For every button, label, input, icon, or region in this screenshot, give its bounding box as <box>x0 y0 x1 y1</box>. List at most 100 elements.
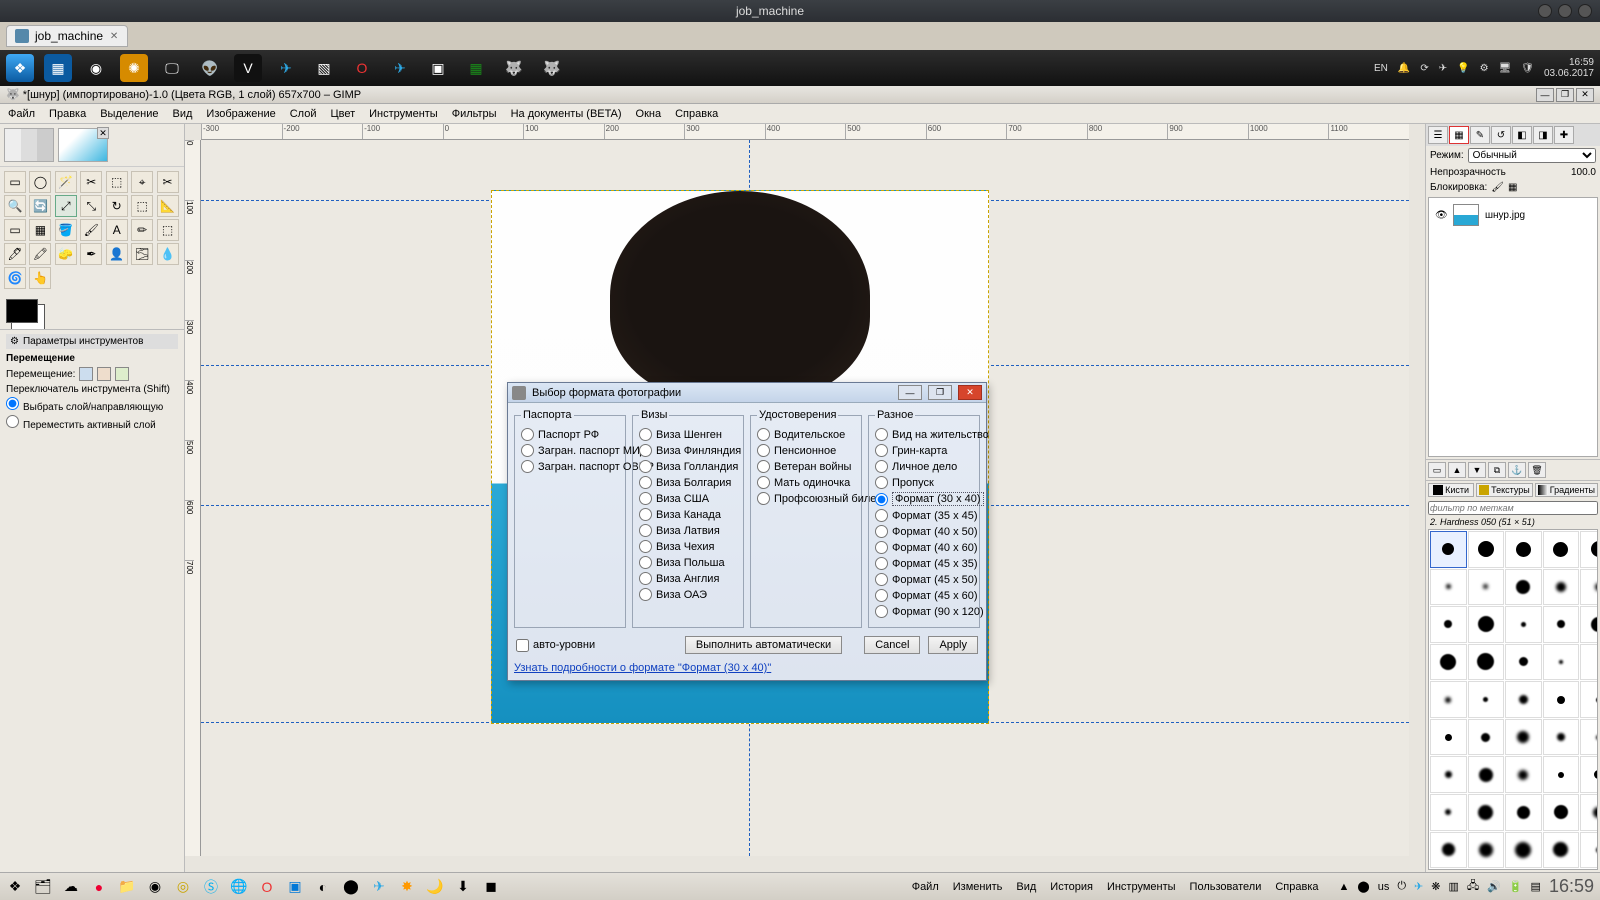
move-path-icon[interactable] <box>115 367 129 381</box>
brush-tab[interactable]: Текстуры <box>1476 483 1533 497</box>
close-button[interactable]: ✕ <box>1576 88 1594 102</box>
excel-icon[interactable]: ▦ <box>462 54 490 82</box>
menu-item[interactable]: Файл <box>912 881 939 893</box>
new-layer-button[interactable]: ▭ <box>1428 462 1446 478</box>
brush-preset[interactable] <box>1505 681 1542 718</box>
brush-preset[interactable] <box>1580 756 1598 793</box>
format-option[interactable]: Виза США <box>639 492 737 505</box>
minimize-button[interactable]: — <box>1536 88 1554 102</box>
kde-icon[interactable]: ❖ <box>6 878 24 896</box>
brush-preset[interactable] <box>1468 719 1505 756</box>
telegram-icon[interactable]: ✈ <box>1414 880 1423 893</box>
brush-preset[interactable] <box>1543 569 1580 606</box>
menu-item[interactable]: Слой <box>290 108 317 120</box>
brush-preset[interactable] <box>1543 832 1580 869</box>
tool-button[interactable]: 👆 <box>29 267 51 289</box>
brush-preset[interactable] <box>1430 569 1467 606</box>
tray-icon[interactable]: ⬤ <box>1357 880 1369 893</box>
brush-preset[interactable] <box>1580 832 1598 869</box>
gimp-icon[interactable]: 🐺 <box>538 54 566 82</box>
menu-item[interactable]: Пользователи <box>1190 881 1262 893</box>
cancel-button[interactable]: Cancel <box>864 636 920 654</box>
brush-preset[interactable] <box>1505 756 1542 793</box>
raise-layer-button[interactable]: ▲ <box>1448 462 1466 478</box>
format-option[interactable]: Паспорт РФ <box>521 428 619 441</box>
tray-icon[interactable]: 🖥 <box>1499 63 1512 74</box>
tray-icon[interactable]: ▥ <box>1448 880 1458 893</box>
tray-icon[interactable]: ⟳ <box>1420 63 1428 74</box>
chrome-icon[interactable]: ◉ <box>82 54 110 82</box>
tool-button[interactable]: ◯ <box>29 171 51 193</box>
brush-preset[interactable] <box>1580 794 1598 831</box>
brush-preset[interactable] <box>1505 569 1542 606</box>
app-icon[interactable]: ◎ <box>174 878 192 896</box>
format-option[interactable]: Виза Болгария <box>639 476 737 489</box>
menu-item[interactable]: Выделение <box>100 108 158 120</box>
maximize-button[interactable]: ❐ <box>1556 88 1574 102</box>
format-details-link[interactable]: Узнать подробности о формате "Формат (30… <box>514 662 980 674</box>
brush-preset[interactable] <box>1430 832 1467 869</box>
format-option[interactable]: Виза Англия <box>639 572 737 585</box>
tool-button[interactable]: ⬚ <box>157 219 179 241</box>
menu-item[interactable]: История <box>1050 881 1093 893</box>
menu-item[interactable]: Файл <box>8 108 35 120</box>
telegram-icon[interactable]: ✈ <box>272 54 300 82</box>
tool-button[interactable]: ↻ <box>106 195 128 217</box>
language-indicator[interactable]: EN <box>1374 63 1388 74</box>
tool-button[interactable]: ▦ <box>29 219 51 241</box>
monitor-icon[interactable]: 🖵 <box>158 54 186 82</box>
color-swatches[interactable] <box>0 293 184 329</box>
brush-preset[interactable] <box>1430 606 1467 643</box>
format-option[interactable]: Формат (90 x 120) <box>875 605 973 618</box>
tool-button[interactable]: 🧽 <box>55 243 77 265</box>
menu-item[interactable]: На документы (BETA) <box>511 108 622 120</box>
tool-button[interactable]: ✂ <box>80 171 102 193</box>
brush-preset[interactable] <box>1468 681 1505 718</box>
window-max-icon[interactable] <box>1558 4 1572 18</box>
tool-button[interactable]: 🖊 <box>4 243 26 265</box>
tool-button[interactable]: ▭ <box>4 171 26 193</box>
brush-preset[interactable] <box>1430 644 1467 681</box>
brush-preset[interactable] <box>1543 644 1580 681</box>
menu-item[interactable]: Инструменты <box>1107 881 1176 893</box>
menu-item[interactable]: Цвет <box>330 108 355 120</box>
download-icon[interactable]: ⬇ <box>454 878 472 896</box>
tool-button[interactable]: 🌀 <box>4 267 26 289</box>
tool-button[interactable]: 💧 <box>157 243 179 265</box>
paths-tab-icon[interactable]: ✎ <box>1470 126 1490 144</box>
app-icon[interactable]: ▦ <box>44 54 72 82</box>
tool-button[interactable]: ✒ <box>80 243 102 265</box>
tool-button[interactable]: 🖌 <box>80 219 102 241</box>
language-indicator[interactable]: us <box>1378 881 1390 893</box>
brush-preset[interactable] <box>1505 794 1542 831</box>
menu-item[interactable]: Фильтры <box>452 108 497 120</box>
layer-item[interactable]: 👁 шнур.jpg <box>1433 202 1593 228</box>
window-close-icon[interactable] <box>1578 4 1592 18</box>
minimize-button[interactable]: — <box>898 385 922 400</box>
format-option[interactable]: Виза Польша <box>639 556 737 569</box>
brush-preset[interactable] <box>1543 531 1580 568</box>
gimp-icon[interactable]: 🐺 <box>500 54 528 82</box>
format-option[interactable]: Виза Чехия <box>639 540 737 553</box>
brush-preset[interactable] <box>1543 756 1580 793</box>
tray-icon[interactable]: ⏻ <box>1397 880 1406 893</box>
format-option[interactable]: Формат (45 x 50) <box>875 573 973 586</box>
start-icon[interactable]: ❖ <box>6 54 34 82</box>
lower-layer-button[interactable]: ▼ <box>1468 462 1486 478</box>
app-icon[interactable]: ✸ <box>398 878 416 896</box>
format-option[interactable]: Мать одиночка <box>757 476 855 489</box>
battery-icon[interactable]: 🔋 <box>1509 880 1523 893</box>
tab-icon[interactable]: ✚ <box>1554 126 1574 144</box>
image-thumb[interactable] <box>4 128 54 162</box>
close-icon[interactable]: ✕ <box>109 31 119 41</box>
brush-preset[interactable] <box>1468 606 1505 643</box>
format-option[interactable]: Пенсионное <box>757 444 855 457</box>
brush-preset[interactable] <box>1580 719 1598 756</box>
format-option[interactable]: Виза Латвия <box>639 524 737 537</box>
auto-execute-button[interactable]: Выполнить автоматически <box>685 636 842 654</box>
undo-tab-icon[interactable]: ↺ <box>1491 126 1511 144</box>
skype-icon[interactable]: Ⓢ <box>202 878 220 896</box>
app-icon[interactable]: ◐ <box>314 878 332 896</box>
tray-icon[interactable]: ⚙ <box>1480 63 1489 74</box>
app-icon[interactable]: ● <box>90 878 108 896</box>
